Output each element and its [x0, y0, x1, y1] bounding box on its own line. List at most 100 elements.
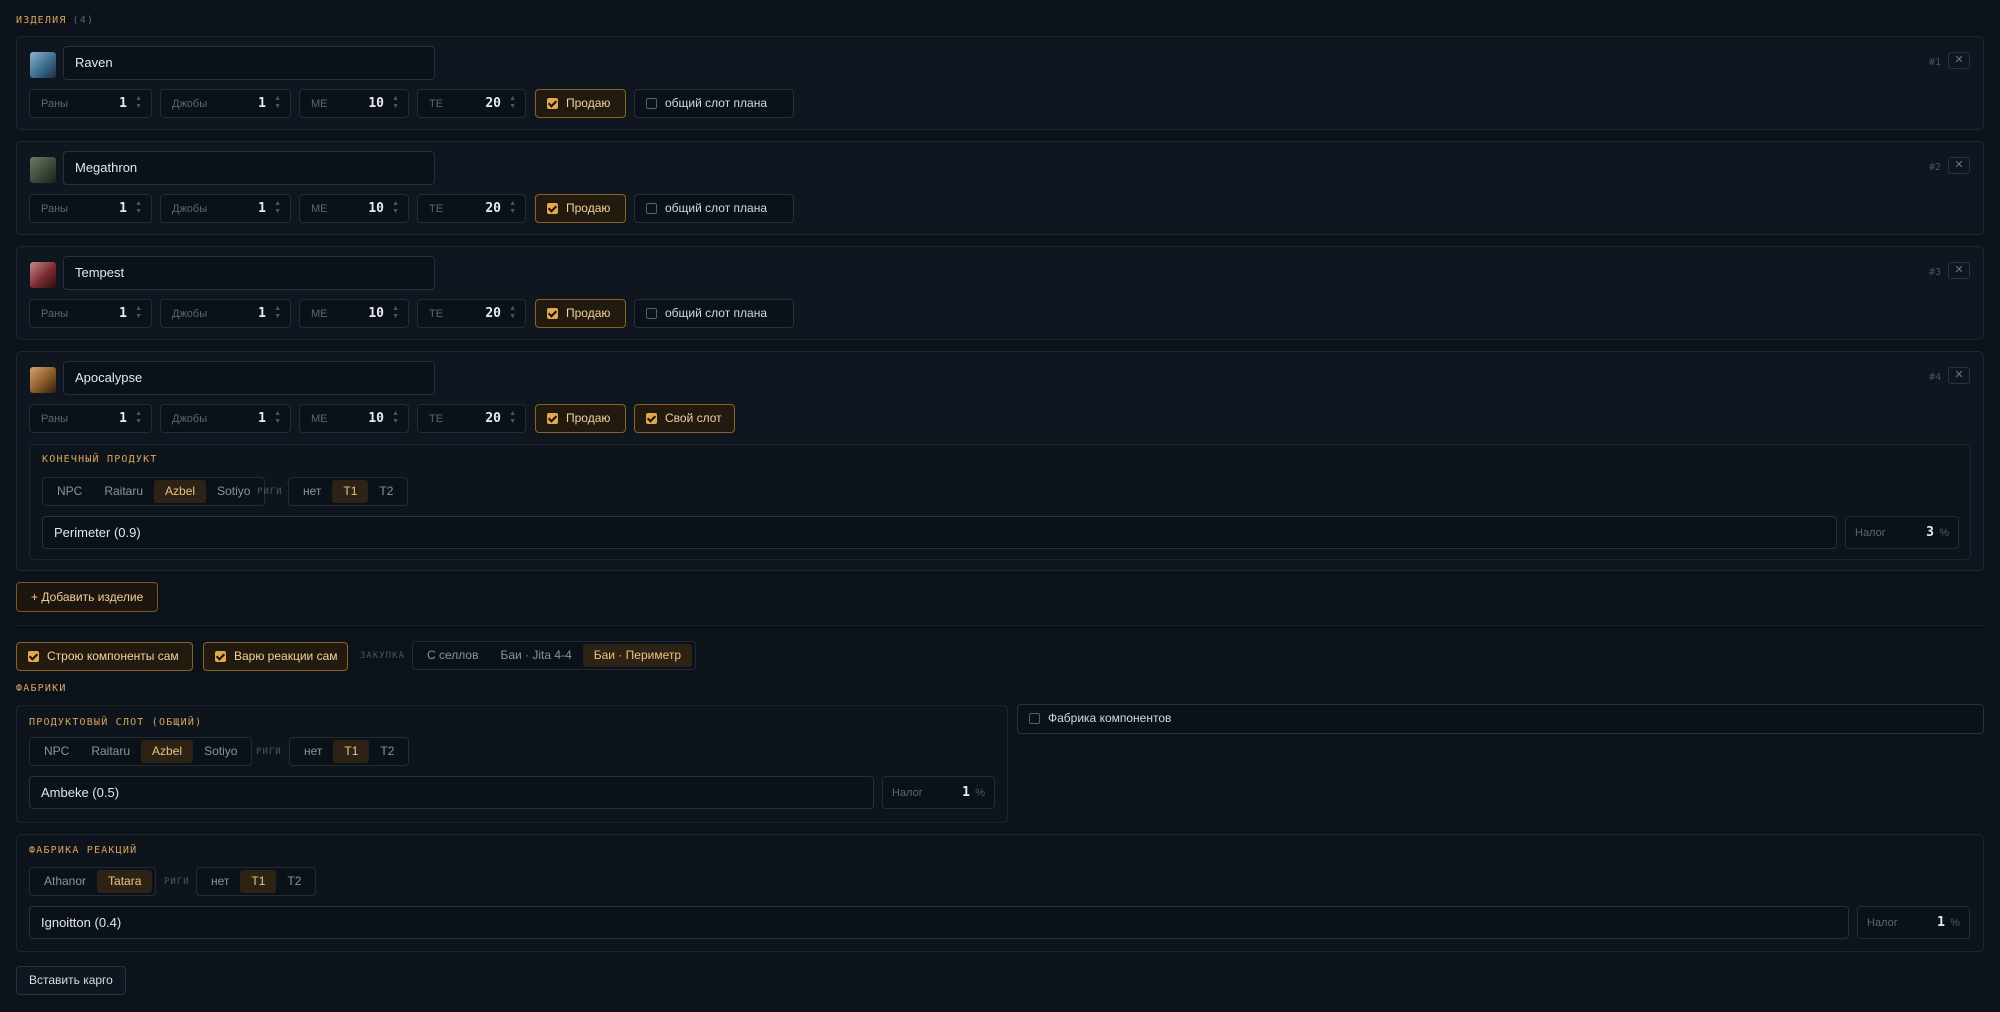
spinner-icon[interactable]: ▲ ▼ [135, 200, 142, 216]
shared-slot-toggle[interactable]: общий слот плана [634, 89, 794, 118]
rig-option-selected[interactable]: T1 [333, 740, 370, 763]
rig-option[interactable]: нет [293, 740, 333, 763]
structure-option-selected[interactable]: Azbel [154, 480, 207, 503]
remove-item-button[interactable]: ✕ [1948, 262, 1970, 279]
te-field[interactable]: TE 20 ▲ ▼ [417, 404, 526, 433]
te-field[interactable]: TE 20 ▲ ▼ [417, 89, 526, 118]
system-input[interactable]: Ignoitton (0.4) [29, 906, 1849, 939]
spinner-icon[interactable]: ▲ ▼ [274, 305, 281, 321]
remove-item-button[interactable]: ✕ [1948, 52, 1970, 69]
purchase-option[interactable]: С селлов [416, 644, 489, 667]
sell-toggle[interactable]: Продаю [535, 404, 626, 433]
structure-option[interactable]: NPC [46, 480, 93, 503]
structure-option-selected[interactable]: Azbel [141, 740, 194, 763]
sell-toggle[interactable]: Продаю [535, 194, 626, 223]
me-field[interactable]: ME 10 ▲ ▼ [299, 89, 409, 118]
rig-option-selected[interactable]: T1 [332, 480, 369, 503]
item-number: #4 [1928, 372, 1941, 383]
structure-option[interactable]: NPC [33, 740, 80, 763]
spinner-icon[interactable]: ▲ ▼ [274, 410, 281, 426]
rig-option[interactable]: T2 [368, 480, 404, 503]
component-factory-toggle[interactable]: Фабрика компонентов [1017, 704, 1984, 734]
spinner-icon[interactable]: ▲ ▼ [509, 95, 516, 111]
spinner-icon[interactable]: ▲ ▼ [392, 410, 399, 426]
item-name-input[interactable]: Raven [63, 46, 435, 80]
ship-icon [30, 262, 56, 288]
rig-option[interactable]: T2 [369, 740, 405, 763]
final-product-panel: КОНЕЧНЫЙ ПРОДУКТ NPC Raitaru Azbel Sotiy… [29, 444, 1971, 560]
rig-option[interactable]: нет [292, 480, 332, 503]
structure-option[interactable]: Raitaru [93, 480, 154, 503]
system-input[interactable]: Ambeke (0.5) [29, 776, 874, 809]
structure-option[interactable]: Athanor [33, 870, 97, 893]
item-name-input[interactable]: Tempest [63, 256, 435, 290]
remove-item-button[interactable]: ✕ [1948, 367, 1970, 384]
purchase-option-selected[interactable]: Баи · Периметр [582, 644, 693, 667]
tax-field[interactable]: Налог 3 % [1845, 516, 1959, 549]
spinner-icon[interactable]: ▲ ▼ [274, 200, 281, 216]
runs-field[interactable]: Раны 1 ▲ ▼ [29, 299, 152, 328]
paste-cargo-button[interactable]: Вставить карго [16, 966, 126, 995]
te-value: 20 [485, 306, 501, 321]
slot-label: Свой слот [665, 411, 722, 425]
spinner-icon[interactable]: ▲ ▼ [135, 410, 142, 426]
structure-option-selected[interactable]: Tatara [97, 870, 153, 893]
item-name-input[interactable]: Apocalypse [63, 361, 435, 395]
spinner-icon[interactable]: ▲ ▼ [392, 95, 399, 111]
spinner-icon[interactable]: ▲ ▼ [509, 305, 516, 321]
add-item-button[interactable]: + Добавить изделие [16, 582, 159, 612]
jobs-value: 1 [258, 411, 266, 426]
spinner-icon[interactable]: ▲ ▼ [392, 200, 399, 216]
te-field[interactable]: TE 20 ▲ ▼ [417, 194, 526, 223]
item-card: Megathron #2 ✕ Раны 1 ▲ ▼ Джобы 1 ▲ ▼ ME 10 ▲ ▼ T… [16, 141, 1984, 235]
tax-field[interactable]: Налог 1 % [882, 776, 995, 809]
jobs-value: 1 [258, 306, 266, 321]
sell-toggle[interactable]: Продаю [535, 89, 626, 118]
jobs-field[interactable]: Джобы 1 ▲ ▼ [160, 299, 291, 328]
spinner-icon[interactable]: ▲ ▼ [392, 305, 399, 321]
runs-field[interactable]: Раны 1 ▲ ▼ [29, 404, 152, 433]
me-label: ME [311, 203, 328, 215]
me-field[interactable]: ME 10 ▲ ▼ [299, 299, 409, 328]
jobs-field[interactable]: Джобы 1 ▲ ▼ [160, 194, 291, 223]
te-label: TE [429, 98, 444, 110]
shared-slot-toggle[interactable]: общий слот плана [634, 299, 794, 328]
runs-field[interactable]: Раны 1 ▲ ▼ [29, 194, 152, 223]
react-self-toggle[interactable]: Варю реакции сам [203, 642, 348, 671]
jobs-value: 1 [258, 201, 266, 216]
structure-option[interactable]: Raitaru [80, 740, 141, 763]
spinner-icon[interactable]: ▲ ▼ [135, 95, 142, 111]
spinner-icon[interactable]: ▲ ▼ [274, 95, 281, 111]
item-name-input[interactable]: Megathron [63, 151, 435, 185]
checkbox-checked-icon [28, 651, 39, 662]
structure-option[interactable]: Sotiyo [193, 740, 248, 763]
ship-icon [30, 52, 56, 78]
structure-option[interactable]: Sotiyo [206, 480, 261, 503]
jobs-field[interactable]: Джобы 1 ▲ ▼ [160, 404, 291, 433]
rig-option[interactable]: T2 [276, 870, 312, 893]
spinner-icon[interactable]: ▲ ▼ [509, 200, 516, 216]
rig-selector: нет T1 T2 [288, 477, 409, 506]
own-slot-toggle[interactable]: Свой слот [634, 404, 735, 433]
jobs-field[interactable]: Джобы 1 ▲ ▼ [160, 89, 291, 118]
te-field[interactable]: TE 20 ▲ ▼ [417, 299, 526, 328]
build-components-toggle[interactable]: Строю компоненты сам [16, 642, 193, 671]
rigs-label: РИГИ [256, 747, 282, 757]
shared-slot-toggle[interactable]: общий слот плана [634, 194, 794, 223]
spinner-icon[interactable]: ▲ ▼ [509, 410, 516, 426]
runs-field[interactable]: Раны 1 ▲ ▼ [29, 89, 152, 118]
jobs-label: Джобы [172, 203, 208, 215]
system-input[interactable]: Perimeter (0.9) [42, 516, 1837, 549]
remove-item-button[interactable]: ✕ [1948, 157, 1970, 174]
me-field[interactable]: ME 10 ▲ ▼ [299, 404, 409, 433]
me-field[interactable]: ME 10 ▲ ▼ [299, 194, 409, 223]
runs-label: Раны [41, 98, 69, 110]
purchase-option[interactable]: Баи · Jita 4-4 [489, 644, 582, 667]
runs-label: Раны [41, 413, 69, 425]
spinner-icon[interactable]: ▲ ▼ [135, 305, 142, 321]
tax-field[interactable]: Налог 1 % [1857, 906, 1970, 939]
rig-option[interactable]: нет [200, 870, 240, 893]
rig-option-selected[interactable]: T1 [240, 870, 277, 893]
sell-toggle[interactable]: Продаю [535, 299, 626, 328]
ship-icon [30, 367, 56, 393]
